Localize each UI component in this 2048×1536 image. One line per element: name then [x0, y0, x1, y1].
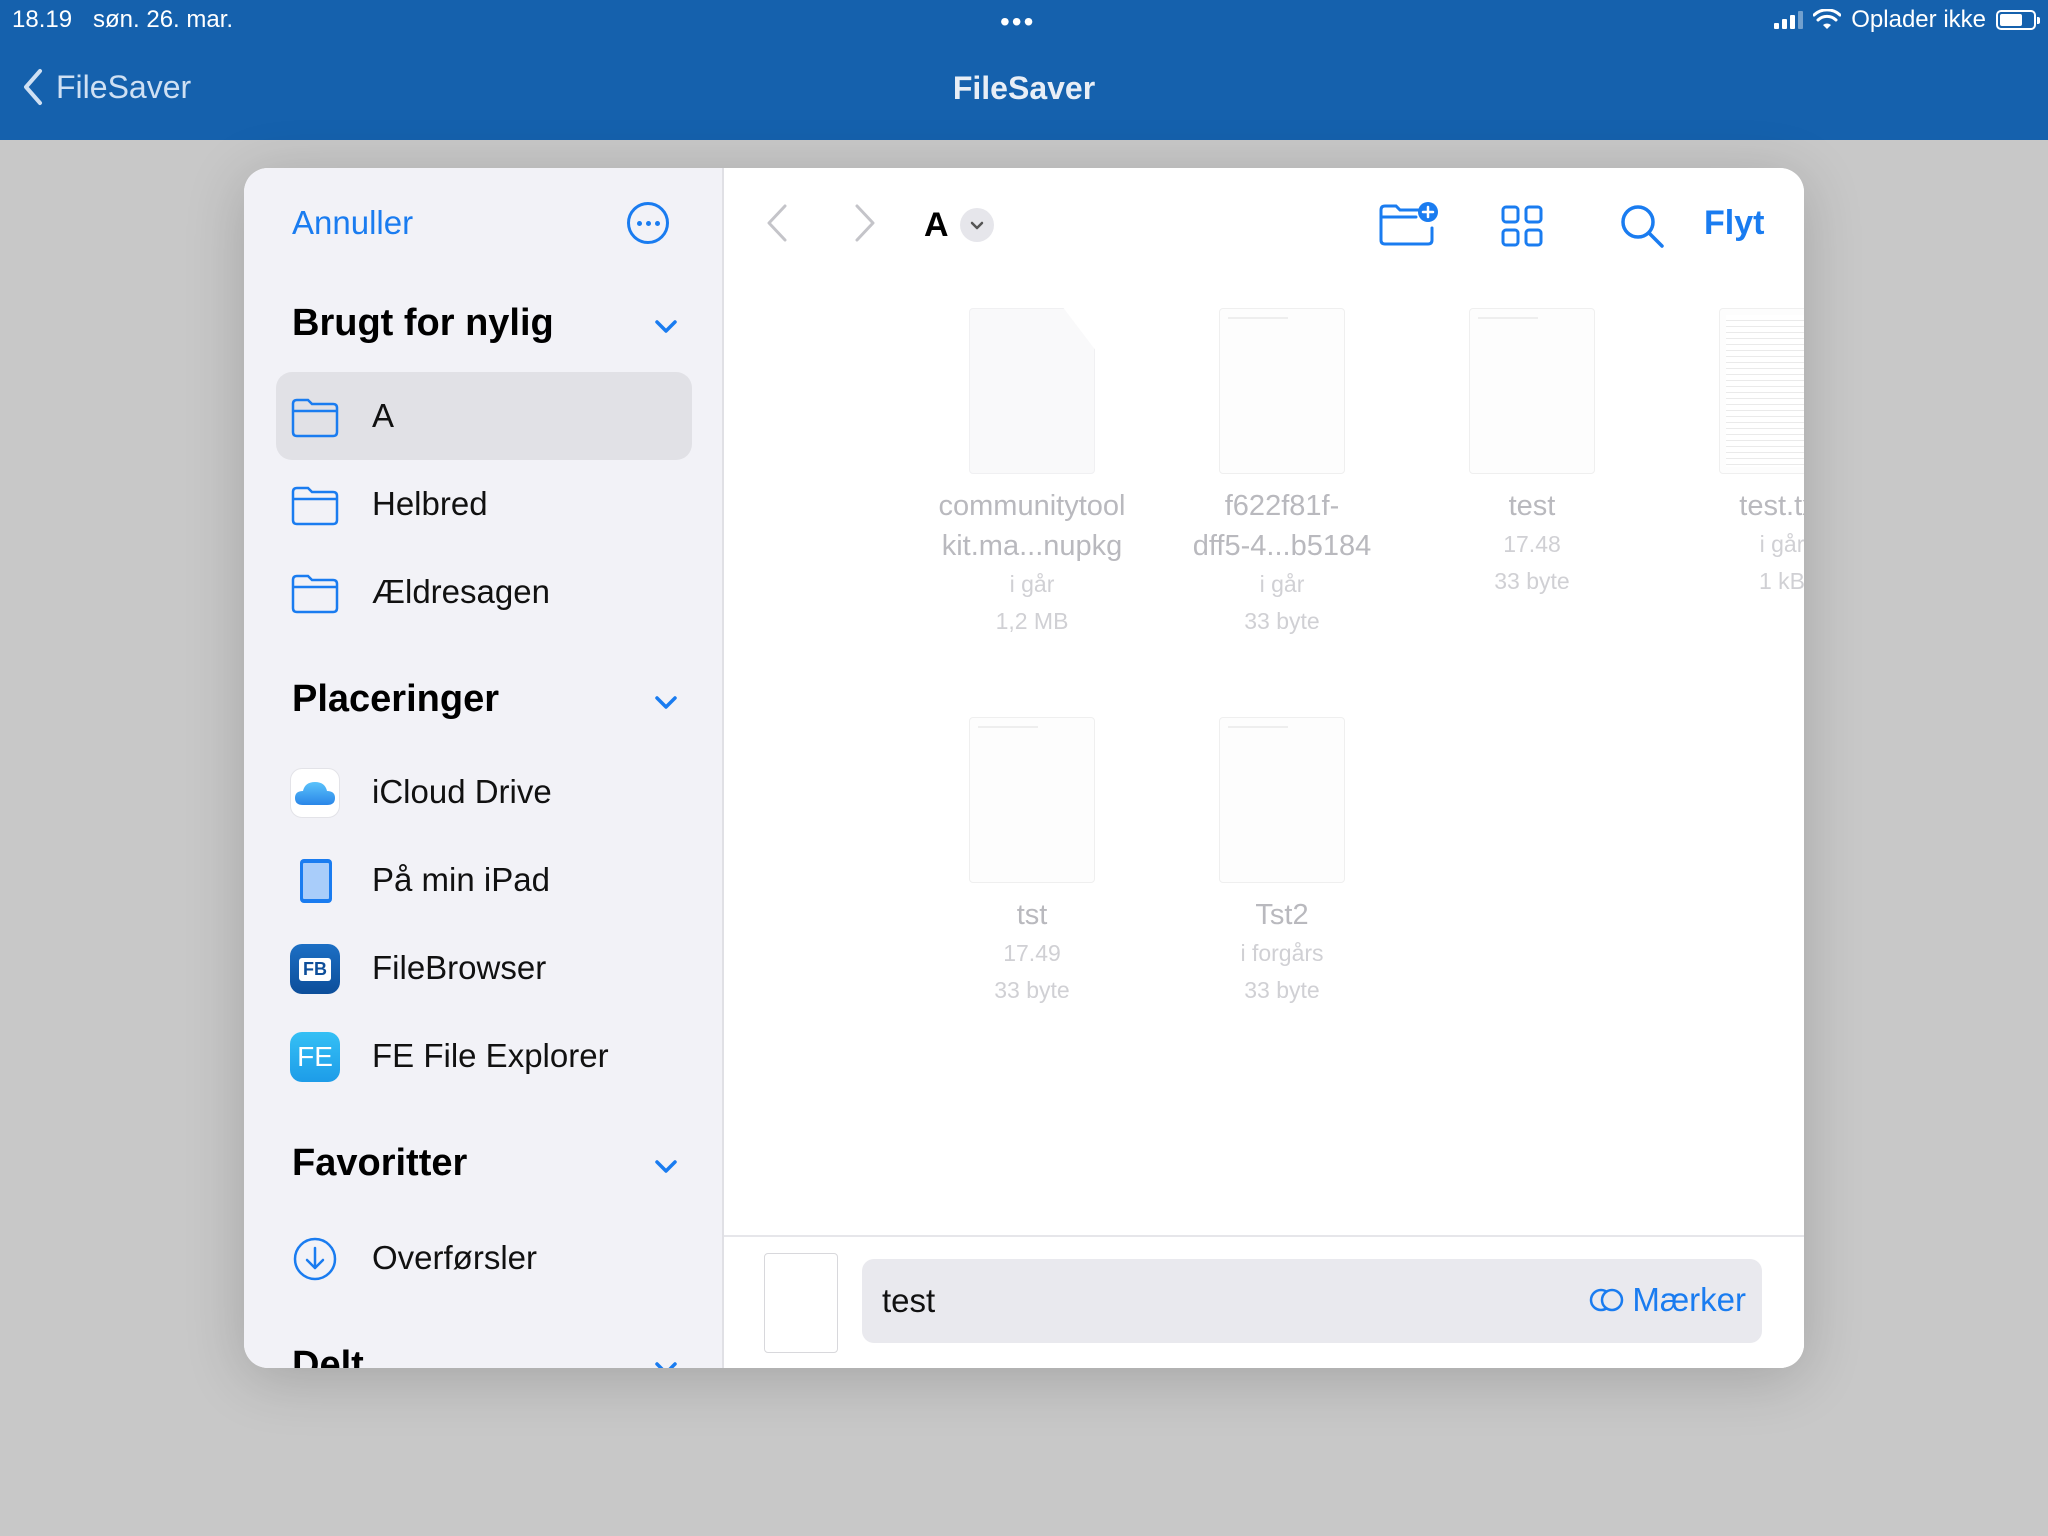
- tags-label: Mærker: [1632, 1281, 1746, 1318]
- file-thumbnail: [1219, 308, 1345, 474]
- sidebar: Annuller Brugt for nylig A Helbred Ældre…: [244, 168, 724, 1368]
- file-date: i går: [1259, 571, 1305, 597]
- chevron-down-icon[interactable]: [649, 1352, 683, 1368]
- sidebar-item-label: Helbred: [372, 485, 488, 522]
- chevron-down-icon[interactable]: [649, 686, 683, 720]
- status-time: 18.19: [12, 6, 73, 33]
- file-name: Tst2: [1255, 899, 1309, 931]
- more-options-icon[interactable]: [627, 202, 669, 244]
- search-icon[interactable]: [1618, 202, 1666, 250]
- status-date: søn. 26. mar.: [93, 6, 234, 33]
- file-thumbnail: [1719, 308, 1804, 474]
- tags-button[interactable]: Mærker: [1588, 1281, 1746, 1319]
- app-badge: FE: [297, 1041, 333, 1072]
- sidebar-item-aeldresagen[interactable]: Ældresagen: [276, 548, 692, 636]
- current-folder-title[interactable]: A: [924, 206, 949, 245]
- file-size: 1,2 MB: [995, 608, 1069, 634]
- section-title-recent: Brugt for nylig: [292, 302, 554, 344]
- file-name: kit.ma...nupkg: [941, 530, 1123, 562]
- file-date: i går: [1009, 571, 1055, 597]
- document-preview-thumbnail: [764, 1253, 838, 1353]
- chevron-right-icon[interactable]: [852, 202, 878, 244]
- move-button[interactable]: Flyt: [1704, 204, 1764, 243]
- file-thumbnail: [1469, 308, 1595, 474]
- sidebar-item-label: FE File Explorer: [372, 1037, 609, 1074]
- file-date: i går: [1759, 531, 1804, 557]
- file-size: 33 byte: [1494, 568, 1570, 594]
- sidebar-item-filebrowser[interactable]: FB FileBrowser: [276, 924, 692, 1012]
- filebrowser-app-icon: FB: [290, 944, 340, 994]
- sidebar-item-helbred[interactable]: Helbred: [276, 460, 692, 548]
- section-title-favorites: Favoritter: [292, 1142, 468, 1184]
- file-size: 33 byte: [1244, 608, 1320, 634]
- folder-icon: [291, 486, 339, 526]
- file-name: f622f81f-: [1224, 490, 1340, 522]
- file-size: 33 byte: [1244, 977, 1320, 1003]
- folder-icon: [291, 574, 339, 614]
- file-item[interactable]: communitytool kit.ma...nupkg i går 1,2 M…: [922, 308, 1142, 640]
- chevron-left-icon[interactable]: [764, 202, 790, 244]
- file-name: communitytool: [938, 490, 1126, 522]
- cellular-signal-icon: [1774, 11, 1804, 29]
- file-date: 17.48: [1503, 531, 1561, 557]
- sidebar-item-label: På min iPad: [372, 861, 550, 898]
- sidebar-item-label: Overførsler: [372, 1239, 537, 1276]
- file-thumbnail: [969, 308, 1095, 474]
- file-item[interactable]: Tst2 i forgårs 33 byte: [1172, 717, 1392, 1009]
- file-name: dff5-4...b5184: [1192, 530, 1372, 562]
- status-indicators: Oplader ikke: [1774, 6, 2040, 34]
- save-bar: Mærker: [724, 1235, 1804, 1368]
- sidebar-item-label: A: [372, 397, 395, 434]
- file-item[interactable]: test 17.48 33 byte: [1422, 308, 1642, 600]
- file-item[interactable]: tst 17.49 33 byte: [922, 717, 1142, 1009]
- multitasking-dots[interactable]: •••: [1000, 6, 1035, 38]
- file-picker-modal: Annuller Brugt for nylig A Helbred Ældre…: [244, 168, 1804, 1368]
- folder-menu-chevron-icon[interactable]: [960, 208, 994, 242]
- wifi-icon: [1813, 9, 1842, 29]
- sidebar-item-a[interactable]: A: [276, 372, 692, 460]
- chevron-down-icon[interactable]: [649, 1150, 683, 1184]
- battery-icon: [1996, 10, 2040, 30]
- nav-title: FileSaver: [952, 70, 1096, 106]
- ipad-icon: [300, 859, 332, 903]
- file-date: i forgårs: [1240, 940, 1324, 966]
- file-item[interactable]: f622f81f- dff5-4...b5184 i går 33 byte: [1172, 308, 1392, 640]
- folder-icon: [291, 398, 339, 438]
- fe-explorer-app-icon: FE: [290, 1032, 340, 1082]
- filename-field: Mærker: [862, 1259, 1762, 1343]
- tags-icon: [1590, 1288, 1624, 1312]
- app-badge: FB: [299, 957, 331, 981]
- file-name: test: [1508, 490, 1556, 522]
- new-folder-icon[interactable]: [1378, 200, 1440, 248]
- sidebar-item-icloud-drive[interactable]: iCloud Drive: [276, 748, 692, 836]
- section-title-shared: Delt: [292, 1344, 364, 1368]
- download-icon: [293, 1237, 337, 1281]
- sidebar-item-downloads[interactable]: Overførsler: [276, 1214, 692, 1302]
- section-title-locations: Placeringer: [292, 678, 499, 720]
- sidebar-item-label: iCloud Drive: [372, 773, 552, 810]
- file-item[interactable]: test.txt i går 1 kB: [1672, 308, 1804, 600]
- file-date: 17.49: [1003, 940, 1061, 966]
- file-thumbnail: [969, 717, 1095, 883]
- sidebar-item-fe-file-explorer[interactable]: FE FE File Explorer: [276, 1012, 692, 1100]
- icloud-icon: [290, 768, 340, 818]
- charging-status: Oplader ikke: [1851, 6, 1986, 33]
- grid-view-icon[interactable]: [1500, 204, 1544, 248]
- chevron-down-icon[interactable]: [649, 310, 683, 344]
- file-thumbnail: [1219, 717, 1345, 883]
- sidebar-item-on-my-ipad[interactable]: På min iPad: [276, 836, 692, 924]
- file-size: 1 kB: [1758, 568, 1804, 594]
- sidebar-item-label: FileBrowser: [372, 949, 547, 986]
- file-browser-main: A Flyt communitytool kit.ma...nupkg i gå…: [724, 168, 1804, 1368]
- file-size: 33 byte: [994, 977, 1070, 1003]
- filename-input[interactable]: [882, 1259, 1482, 1343]
- sidebar-item-label: Ældresagen: [372, 573, 550, 610]
- file-name: test.txt: [1739, 490, 1804, 522]
- file-name: tst: [1016, 899, 1048, 931]
- cancel-button[interactable]: Annuller: [292, 204, 413, 242]
- app-header: 18.19 søn. 26. mar. ••• Oplader ikke Fil…: [0, 0, 2048, 140]
